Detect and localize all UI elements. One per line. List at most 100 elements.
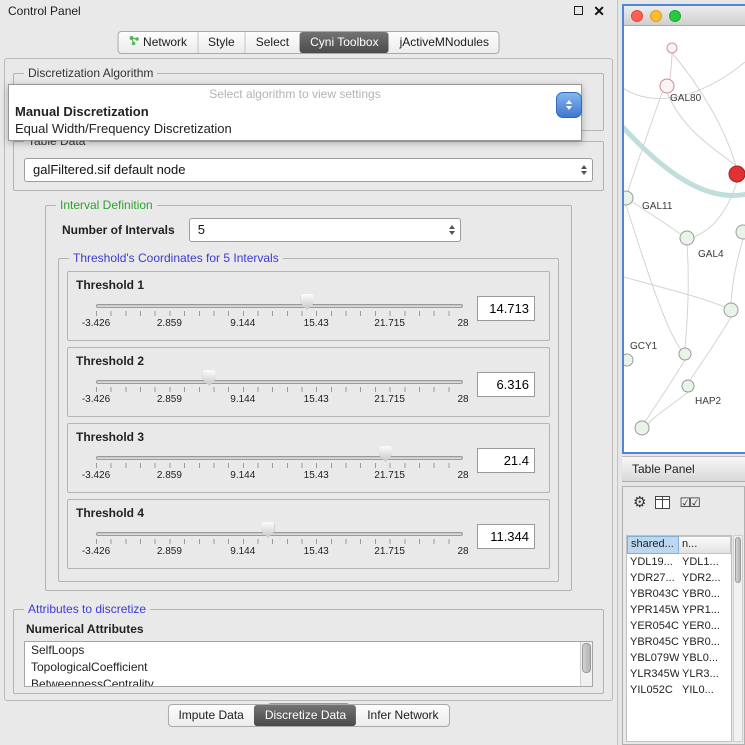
- node[interactable]: [736, 225, 745, 239]
- cyni-toolbox-content: Discretization Algorithm Table Data galF…: [4, 58, 613, 701]
- column-header-shared-name[interactable]: shared...: [627, 536, 679, 554]
- cell[interactable]: YLR3...: [679, 666, 731, 682]
- cell[interactable]: YBL079W: [627, 650, 679, 666]
- list-item[interactable]: BetweennessCentrality: [25, 676, 592, 687]
- threshold-3-value-input[interactable]: [477, 448, 535, 473]
- table-row[interactable]: YBR043C YBR0...: [627, 586, 731, 602]
- tab-discretize-data[interactable]: Discretize Data: [254, 705, 356, 726]
- select-all-checkboxes-icon[interactable]: ☑☑: [679, 496, 698, 509]
- cell[interactable]: YLR345W: [627, 666, 679, 682]
- threshold-3-slider[interactable]: -3.426 2.859 9.144 15.43 21.715 28: [96, 444, 463, 488]
- tab-impute-data[interactable]: Impute Data: [168, 705, 253, 726]
- node-gcy1[interactable]: [624, 354, 633, 366]
- list-item[interactable]: SelfLoops: [25, 642, 592, 659]
- cell[interactable]: YIL0...: [679, 682, 731, 698]
- tab-jactivemnodules[interactable]: jActiveMNodules: [389, 32, 499, 53]
- network-canvas[interactable]: GAL80 GAL11 GAL4 GCY1 HAP2: [624, 26, 745, 452]
- slider-axis: -3.426 2.859 9.144 15.43 21.715 28: [96, 546, 463, 559]
- table-row[interactable]: YPR145W YPR1...: [627, 602, 731, 618]
- number-of-intervals-combobox[interactable]: 5: [189, 218, 461, 242]
- table-row[interactable]: YDR27... YDR2...: [627, 570, 731, 586]
- threshold-4-value-input[interactable]: [477, 524, 535, 549]
- close-traffic-light-icon[interactable]: [631, 10, 643, 22]
- table-columns-icon[interactable]: [655, 496, 670, 509]
- axis-tick-label: 21.715: [374, 318, 405, 329]
- top-tabbar: Network Style Select Cyni Toolbox jActiv…: [117, 31, 500, 54]
- cell[interactable]: YBR0...: [679, 634, 731, 650]
- axis-tick-label: -3.426: [82, 546, 110, 557]
- dropdown-option-manual-discretization[interactable]: Manual Discretization: [9, 102, 581, 120]
- slider-ticks: [96, 463, 463, 468]
- cell[interactable]: YBR045C: [627, 634, 679, 650]
- scrollbar-thumb[interactable]: [582, 643, 591, 673]
- cell[interactable]: YBR043C: [627, 586, 679, 602]
- slider-track[interactable]: [96, 304, 463, 308]
- list-item[interactable]: TopologicalCoefficient: [25, 659, 592, 676]
- slider-track[interactable]: [96, 532, 463, 536]
- dropdown-option-equal-width-frequency[interactable]: Equal Width/Frequency Discretization: [9, 120, 581, 140]
- table-row[interactable]: YDL19... YDL1...: [627, 554, 731, 570]
- combobox-value: galFiltered.sif default node: [33, 162, 185, 177]
- table-row[interactable]: YIL052C YIL0...: [627, 682, 731, 698]
- node[interactable]: [679, 348, 691, 360]
- table-panel-title: Table Panel: [632, 457, 695, 482]
- dropdown-prompt: Select algorithm to view settings: [9, 85, 581, 102]
- threshold-2-slider[interactable]: -3.426 2.859 9.144 15.43 21.715 28: [96, 368, 463, 412]
- close-icon[interactable]: ✕: [593, 3, 605, 20]
- node[interactable]: [635, 421, 649, 435]
- table-toolbar: ⚙ ☑☑: [623, 487, 744, 517]
- interval-definition-group: Interval Definition Number of Intervals …: [45, 205, 572, 591]
- minimize-traffic-light-icon[interactable]: [650, 10, 662, 22]
- cell[interactable]: YDL1...: [679, 554, 731, 570]
- threshold-label: Threshold 2: [74, 352, 543, 368]
- node-gal11[interactable]: [624, 191, 633, 205]
- table-data-combobox[interactable]: galFiltered.sif default node: [24, 158, 593, 182]
- algorithm-combobox-stepper[interactable]: [556, 92, 582, 118]
- tab-infer-network[interactable]: Infer Network: [356, 705, 448, 726]
- cell[interactable]: YDL19...: [627, 554, 679, 570]
- selected-node-red[interactable]: [729, 166, 745, 182]
- threshold-1-slider[interactable]: -3.426 2.859 9.144 15.43 21.715 28: [96, 292, 463, 336]
- scrollbar-thumb[interactable]: [735, 537, 741, 583]
- attributes-to-discretize-group: Attributes to discretize Numerical Attri…: [13, 609, 604, 694]
- restore-icon[interactable]: [574, 6, 583, 15]
- tab-select[interactable]: Select: [245, 32, 299, 53]
- attribute-browser-panel: ⚙ ☑☑ shared... n... YDL19... YDL1... YDR…: [622, 486, 745, 745]
- gear-icon[interactable]: ⚙: [633, 495, 646, 510]
- node-gal80[interactable]: [660, 79, 674, 93]
- cell[interactable]: YPR145W: [627, 602, 679, 618]
- cell[interactable]: YIL052C: [627, 682, 679, 698]
- tab-style[interactable]: Style: [197, 32, 245, 53]
- cell[interactable]: YER054C: [627, 618, 679, 634]
- tab-network[interactable]: Network: [118, 32, 197, 53]
- table-row[interactable]: YLR345W YLR3...: [627, 666, 731, 682]
- threshold-1-value-input[interactable]: [477, 296, 535, 321]
- cell[interactable]: YPR1...: [679, 602, 731, 618]
- slider-track[interactable]: [96, 380, 463, 384]
- table-row[interactable]: YBL079W YBL0...: [627, 650, 731, 666]
- list-scrollbar[interactable]: [580, 642, 592, 686]
- node[interactable]: [667, 43, 677, 53]
- slider-track[interactable]: [96, 456, 463, 460]
- cell[interactable]: YDR27...: [627, 570, 679, 586]
- cell[interactable]: YER0...: [679, 618, 731, 634]
- cell[interactable]: YBL0...: [679, 650, 731, 666]
- zoom-traffic-light-icon[interactable]: [669, 10, 681, 22]
- table-scrollbar[interactable]: [733, 535, 743, 742]
- table-row[interactable]: YER054C YER0...: [627, 618, 731, 634]
- cell[interactable]: YBR0...: [679, 586, 731, 602]
- threshold-4-slider[interactable]: -3.426 2.859 9.144 15.43 21.715 28: [96, 520, 463, 564]
- table-row[interactable]: YBR045C YBR0...: [627, 634, 731, 650]
- tab-label: Select: [256, 32, 289, 53]
- cell[interactable]: YDR2...: [679, 570, 731, 586]
- network-window-titlebar[interactable]: [624, 6, 745, 26]
- axis-tick-label: 9.144: [230, 546, 255, 557]
- column-header-name[interactable]: n...: [679, 536, 731, 554]
- tab-cyni-toolbox[interactable]: Cyni Toolbox: [299, 32, 388, 53]
- tab-label: Style: [208, 32, 235, 53]
- threshold-2-value-input[interactable]: [477, 372, 535, 397]
- node[interactable]: [724, 303, 738, 317]
- node-gal4[interactable]: [680, 231, 694, 245]
- control-panel: Control Panel ✕ Network Style Select C: [0, 0, 618, 745]
- node-hap2[interactable]: [682, 380, 694, 392]
